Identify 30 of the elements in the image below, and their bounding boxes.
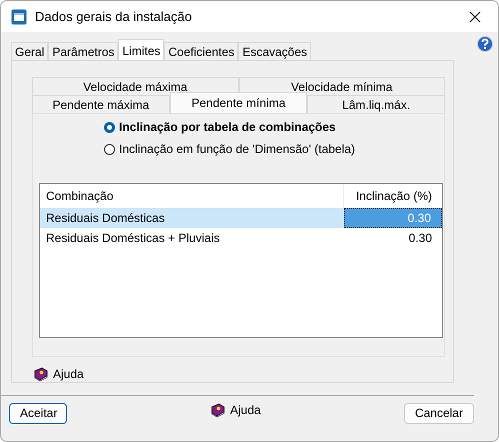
table-cell: Residuais Domésticas <box>40 208 344 228</box>
window-icon <box>11 8 27 24</box>
table-cell-text: Residuais Domésticas + Pluviais <box>45 231 221 245</box>
tab[interactable]: Geral <box>11 42 48 61</box>
tab[interactable]: Parâmetros <box>48 42 118 61</box>
tab[interactable]: Pendente mínima <box>170 92 308 113</box>
option-label: Inclinação por tabela de combinações <box>119 120 336 134</box>
tab[interactable]: Escavações <box>238 42 312 61</box>
help-link[interactable]: Ajuda <box>53 367 84 381</box>
column-header: Inclinação (%) <box>354 189 433 203</box>
book-icon <box>210 402 226 418</box>
table-row[interactable]: Residuais Domésticas + Pluviais 0.30 <box>40 228 442 248</box>
help-icon[interactable] <box>477 36 493 52</box>
radio-button[interactable] <box>104 144 115 154</box>
table-cell: 0.30 <box>344 208 442 228</box>
radio-button[interactable] <box>104 122 115 132</box>
cancel-button[interactable]: Cancelar <box>404 402 474 424</box>
table-cell-text: 0.30 <box>408 231 433 245</box>
book-icon <box>33 366 49 382</box>
option-label: Inclinação em função de 'Dimensão' (tabela) <box>119 142 356 156</box>
window-title: Dados gerais da instalação <box>35 9 193 24</box>
accept-button[interactable]: Aceitar <box>9 402 67 424</box>
tab[interactable]: Velocidade máxima <box>32 77 238 95</box>
table-row[interactable]: Residuais Domésticas 0.30 <box>40 208 442 228</box>
help-link[interactable]: Ajuda <box>230 403 261 417</box>
tab[interactable]: Limites <box>118 39 164 61</box>
tab[interactable]: Lâm.liq.máx. <box>307 95 446 113</box>
tab[interactable]: Velocidade mínima <box>238 77 445 95</box>
tab[interactable]: Coeficientes <box>164 42 238 61</box>
tab[interactable]: Pendente máxima <box>32 95 170 113</box>
